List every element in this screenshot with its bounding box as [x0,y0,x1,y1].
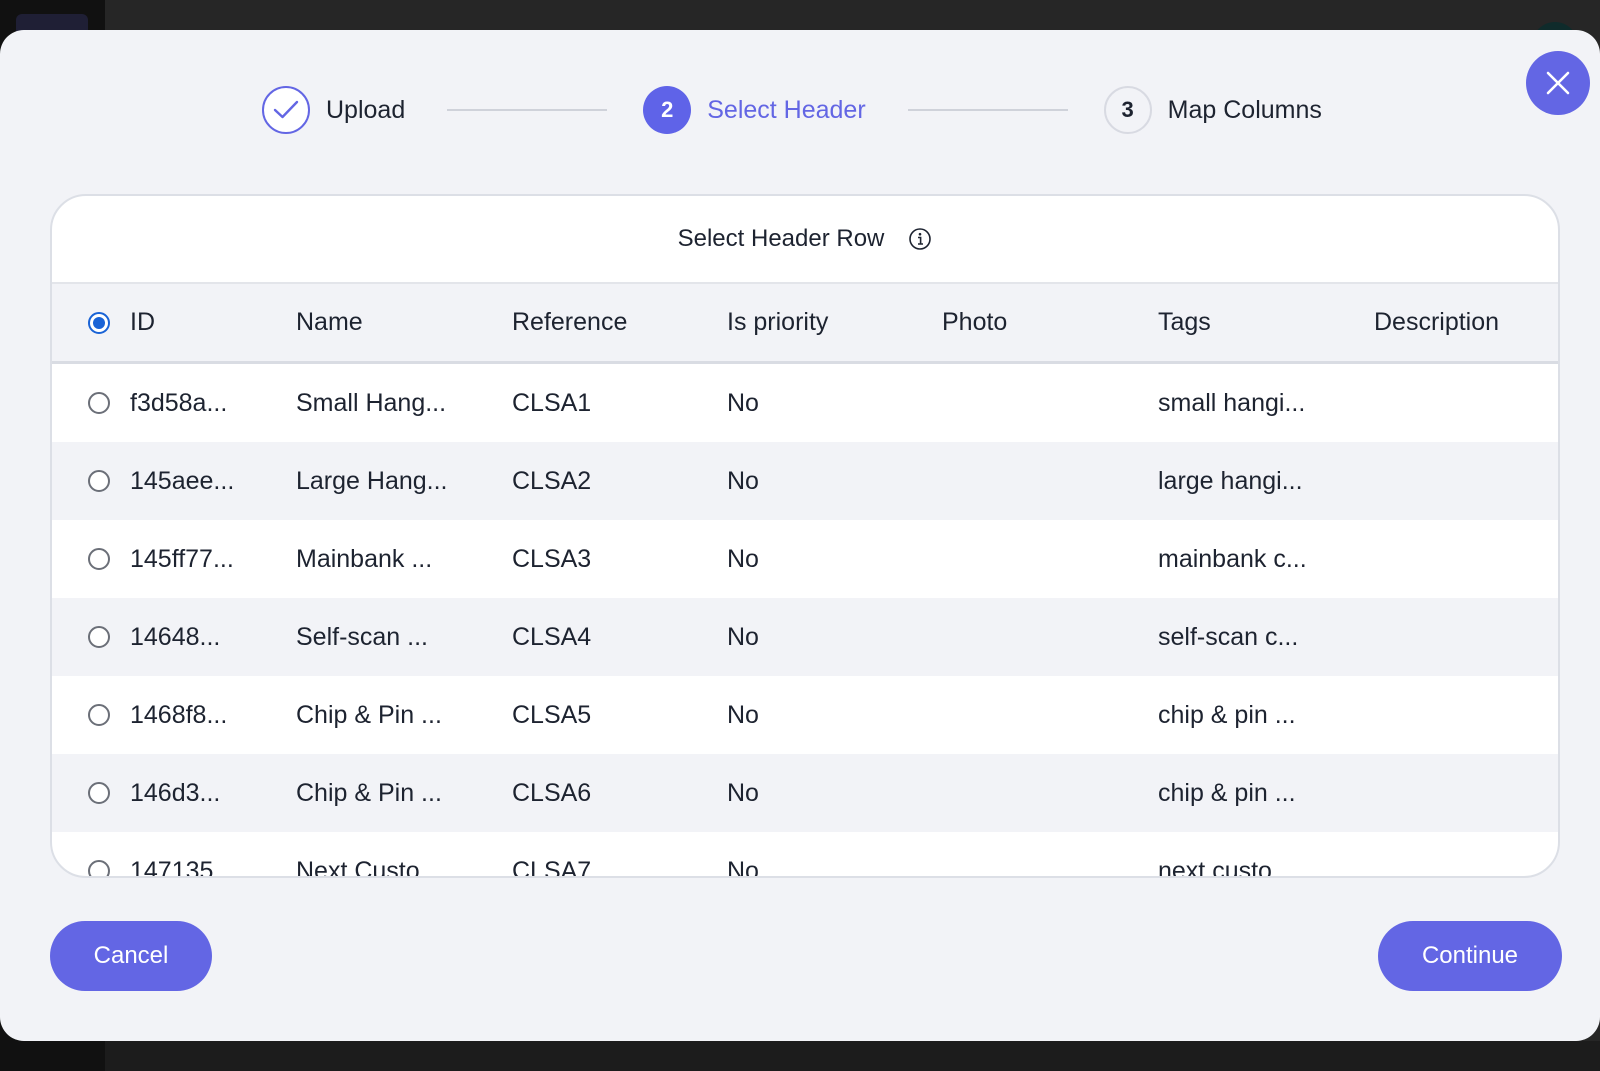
row-radio[interactable] [88,392,110,414]
cell-name: Large Hang... [296,466,448,495]
table-row[interactable]: 145aee... Large Hang... CLSA2 No large h… [52,442,1558,520]
cell-name: Small Hang... [296,388,447,417]
table-row[interactable]: f3d58a... Small Hang... CLSA1 No small h… [52,364,1558,442]
column-header: Tags [1158,308,1211,336]
row-radio[interactable] [88,548,110,570]
table-header-row[interactable]: ID Name Reference Is priority Photo Tags… [52,284,1558,364]
close-icon [1545,70,1571,96]
step-number-map-columns: 3 [1103,86,1152,134]
table-row[interactable]: 1468f8... Chip & Pin ... CLSA5 No chip &… [52,676,1558,754]
cell-id: f3d58a... [130,388,228,417]
step-label-map-columns: Map Columns [1167,95,1322,124]
check-icon [262,86,310,134]
row-radio[interactable] [88,860,110,876]
cell-priority: No [727,778,759,807]
step-label-select-header: Select Header [707,95,866,124]
row-radio[interactable] [88,470,110,492]
column-header: ID [130,308,155,336]
cell-tags: next custo... [1158,856,1293,878]
cell-priority: No [727,700,759,729]
cell-name: Mainbank ... [296,544,433,573]
cell-tags: large hangi... [1158,466,1303,495]
step-select-header: 2 Select Header [643,86,866,134]
step-upload: Upload [262,86,405,134]
column-header: Photo [942,308,1008,336]
cell-reference: CLSA6 [512,778,592,807]
cell-id: 145ff77... [130,544,234,573]
cancel-button[interactable]: Cancel [50,921,212,991]
close-button[interactable] [1526,51,1590,115]
cell-priority: No [727,466,759,495]
header-select-card: Select Header Row ID Name Reference Is p… [50,194,1560,878]
cell-priority: No [727,622,759,651]
cell-tags: mainbank c... [1158,544,1307,573]
background-bottom-bar [105,1041,1600,1071]
column-header: Description [1374,308,1500,336]
card-title: Select Header Row [52,196,1558,284]
stepper: Upload 2 Select Header 3 Map Columns [262,85,1322,135]
cell-tags: chip & pin ... [1158,778,1296,807]
cell-name: Self-scan ... [296,622,428,651]
cell-reference: CLSA3 [512,544,592,573]
step-label-upload: Upload [326,95,406,124]
table-row[interactable]: 14648... Self-scan ... CLSA4 No self-sca… [52,598,1558,676]
cell-name: Chip & Pin ... [296,778,442,807]
cell-reference: CLSA2 [512,466,592,495]
cell-tags: chip & pin ... [1158,700,1296,729]
cell-reference: CLSA4 [512,622,592,651]
cell-id: 145aee... [130,466,235,495]
table-row[interactable]: 146d3... Chip & Pin ... CLSA6 No chip & … [52,754,1558,832]
step-map-columns: 3 Map Columns [1103,86,1322,134]
cell-id: 1468f8... [130,700,228,729]
cell-id: 14648... [130,622,221,651]
cell-reference: CLSA7 [512,856,592,878]
cell-priority: No [727,388,759,417]
step-number-select-header: 2 [643,86,692,134]
continue-button[interactable]: Continue [1378,921,1562,991]
row-radio[interactable] [88,626,110,648]
row-radio[interactable] [88,782,110,804]
cell-reference: CLSA5 [512,700,592,729]
cell-name: Chip & Pin ... [296,700,442,729]
cell-priority: No [727,544,759,573]
card-title-text: Select Header Row [677,225,885,252]
import-modal: Upload 2 Select Header 3 Map Columns Sel… [0,30,1600,1041]
column-header: Name [296,308,363,336]
step-connector [907,109,1068,111]
step-connector [447,109,608,111]
header-row-radio[interactable] [88,311,110,334]
cell-id: 147135... [130,856,235,878]
column-header: Is priority [727,308,829,336]
cell-name: Next Custo... [296,856,441,878]
column-header: Reference [512,308,628,336]
info-icon[interactable] [908,227,932,251]
cell-tags: self-scan c... [1158,622,1299,651]
table-row[interactable]: 147135... Next Custo... CLSA7 No next cu… [52,832,1558,878]
row-radio[interactable] [88,704,110,726]
cell-id: 146d3... [130,778,221,807]
table-row[interactable]: 145ff77... Mainbank ... CLSA3 No mainban… [52,520,1558,598]
cell-tags: small hangi... [1158,388,1306,417]
cell-reference: CLSA1 [512,388,592,417]
cell-priority: No [727,856,759,878]
